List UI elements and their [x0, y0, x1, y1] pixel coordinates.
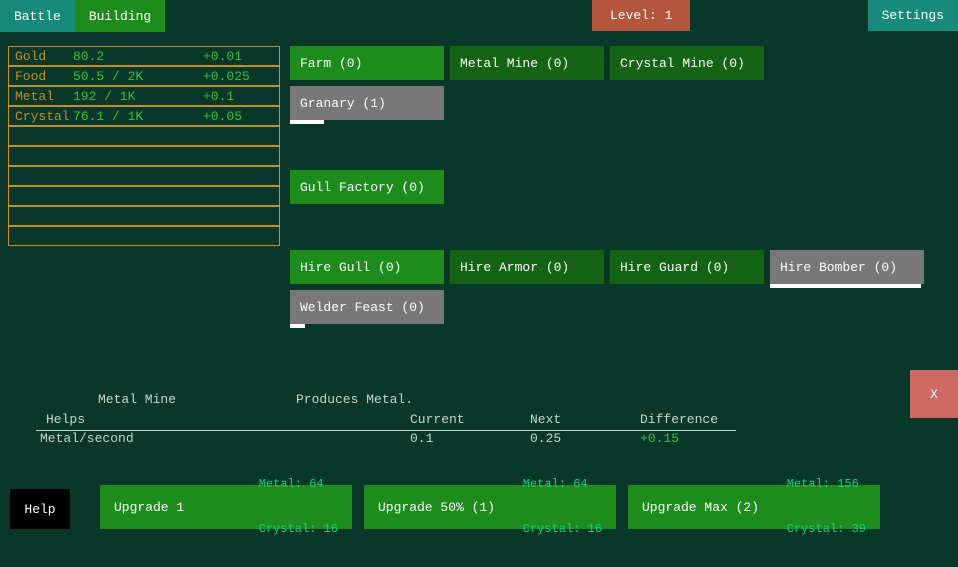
progress-bar: [290, 120, 324, 124]
detail-stat-next: 0.25: [530, 431, 640, 446]
detail-building-name: Metal Mine: [98, 392, 176, 407]
build-label: Metal Mine (0): [460, 56, 569, 71]
detail-data-row: Metal/second 0.1 0.25 +0.15: [36, 430, 736, 446]
resource-row-empty: [8, 166, 280, 186]
build-row: Farm (0) Metal Mine (0) Crystal Mine (0): [290, 46, 924, 80]
upgrade-bar: Upgrade 1 Metal: 64 Crystal: 16 Upgrade …: [100, 485, 880, 529]
resource-name: Metal: [15, 89, 73, 104]
resource-name: Crystal: [15, 109, 73, 124]
resource-row-empty: [8, 226, 280, 246]
help-button[interactable]: Help: [10, 489, 70, 529]
level-badge: Level: 1: [592, 0, 690, 31]
build-crystal-mine[interactable]: Crystal Mine (0): [610, 46, 764, 80]
build-farm[interactable]: Farm (0): [290, 46, 444, 80]
progress-bar: [770, 284, 921, 288]
build-welder-feast[interactable]: Welder Feast (0): [290, 290, 444, 324]
upgrade-cost: Metal: 156 Crystal: 39: [787, 447, 866, 567]
detail-header-row: Helps Current Next Difference: [36, 412, 736, 427]
build-row: Granary (1): [290, 86, 924, 120]
build-granary[interactable]: Granary (1): [290, 86, 444, 120]
resource-rate: +0.025: [203, 69, 250, 84]
build-label: Hire Guard (0): [620, 260, 729, 275]
upgrade-label: Upgrade 50% (1): [378, 500, 523, 515]
detail-description: Produces Metal.: [296, 392, 413, 407]
resource-value: 192 / 1K: [73, 89, 203, 104]
resource-value: 80.2: [73, 49, 203, 64]
upgrade-label: Upgrade 1: [114, 500, 259, 515]
build-label: Farm (0): [300, 56, 362, 71]
hire-bomber[interactable]: Hire Bomber (0): [770, 250, 924, 284]
build-label: Hire Armor (0): [460, 260, 569, 275]
tab-building[interactable]: Building: [75, 0, 165, 32]
build-label: Welder Feast (0): [300, 300, 425, 315]
build-metal-mine[interactable]: Metal Mine (0): [450, 46, 604, 80]
upgrade-label: Upgrade Max (2): [642, 500, 787, 515]
build-row: Welder Feast (0): [290, 290, 924, 324]
close-button[interactable]: X: [910, 370, 958, 418]
resource-value: 76.1 / 1K: [73, 109, 203, 124]
resource-row-metal: Metal 192 / 1K +0.1: [8, 86, 280, 106]
resource-row-empty: [8, 146, 280, 166]
build-gull-factory[interactable]: Gull Factory (0): [290, 170, 444, 204]
settings-button[interactable]: Settings: [868, 0, 958, 31]
resource-rate: +0.01: [203, 49, 242, 64]
detail-header-next: Next: [530, 412, 640, 427]
cost-crystal: Crystal: 16: [259, 522, 338, 537]
resource-row-empty: [8, 206, 280, 226]
upgrade-cost: Metal: 64 Crystal: 16: [259, 447, 338, 567]
build-row: Hire Gull (0) Hire Armor (0) Hire Guard …: [290, 250, 924, 284]
resource-row-gold: Gold 80.2 +0.01: [8, 46, 280, 66]
resource-value: 50.5 / 2K: [73, 69, 203, 84]
detail-stat-name: Metal/second: [36, 431, 410, 446]
detail-header-helps: Helps: [36, 412, 410, 427]
build-label: Hire Bomber (0): [780, 260, 897, 275]
hire-guard[interactable]: Hire Guard (0): [610, 250, 764, 284]
cost-crystal: Crystal: 39: [787, 522, 866, 537]
top-bar: Battle Building Level: 1 Settings: [0, 0, 958, 32]
hire-armor[interactable]: Hire Armor (0): [450, 250, 604, 284]
upgrade-max-button[interactable]: Upgrade Max (2) Metal: 156 Crystal: 39: [628, 485, 880, 529]
build-label: Granary (1): [300, 96, 386, 111]
resource-panel: Gold 80.2 +0.01 Food 50.5 / 2K +0.025 Me…: [8, 46, 280, 246]
resource-row-empty: [8, 186, 280, 206]
hire-gull[interactable]: Hire Gull (0): [290, 250, 444, 284]
tab-battle[interactable]: Battle: [0, 0, 75, 32]
build-label: Hire Gull (0): [300, 260, 401, 275]
progress-bar: [290, 324, 305, 328]
build-row: Gull Factory (0): [290, 170, 924, 204]
cost-metal: Metal: 156: [787, 477, 866, 492]
resource-row-food: Food 50.5 / 2K +0.025: [8, 66, 280, 86]
resource-name: Gold: [15, 49, 73, 64]
detail-stat-current: 0.1: [410, 431, 530, 446]
detail-stat-diff: +0.15: [640, 431, 679, 446]
upgrade-cost: Metal: 64 Crystal: 16: [523, 447, 602, 567]
build-label: Crystal Mine (0): [620, 56, 745, 71]
cost-metal: Metal: 64: [523, 477, 602, 492]
cost-crystal: Crystal: 16: [523, 522, 602, 537]
resource-row-empty: [8, 126, 280, 146]
detail-header-current: Current: [410, 412, 530, 427]
building-area: Farm (0) Metal Mine (0) Crystal Mine (0)…: [290, 46, 924, 330]
upgrade-1-button[interactable]: Upgrade 1 Metal: 64 Crystal: 16: [100, 485, 352, 529]
build-label: Gull Factory (0): [300, 180, 425, 195]
upgrade-50-button[interactable]: Upgrade 50% (1) Metal: 64 Crystal: 16: [364, 485, 616, 529]
resource-rate: +0.05: [203, 109, 242, 124]
detail-header-diff: Difference: [640, 412, 718, 427]
resource-name: Food: [15, 69, 73, 84]
resource-row-crystal: Crystal 76.1 / 1K +0.05: [8, 106, 280, 126]
resource-rate: +0.1: [203, 89, 234, 104]
cost-metal: Metal: 64: [259, 477, 338, 492]
